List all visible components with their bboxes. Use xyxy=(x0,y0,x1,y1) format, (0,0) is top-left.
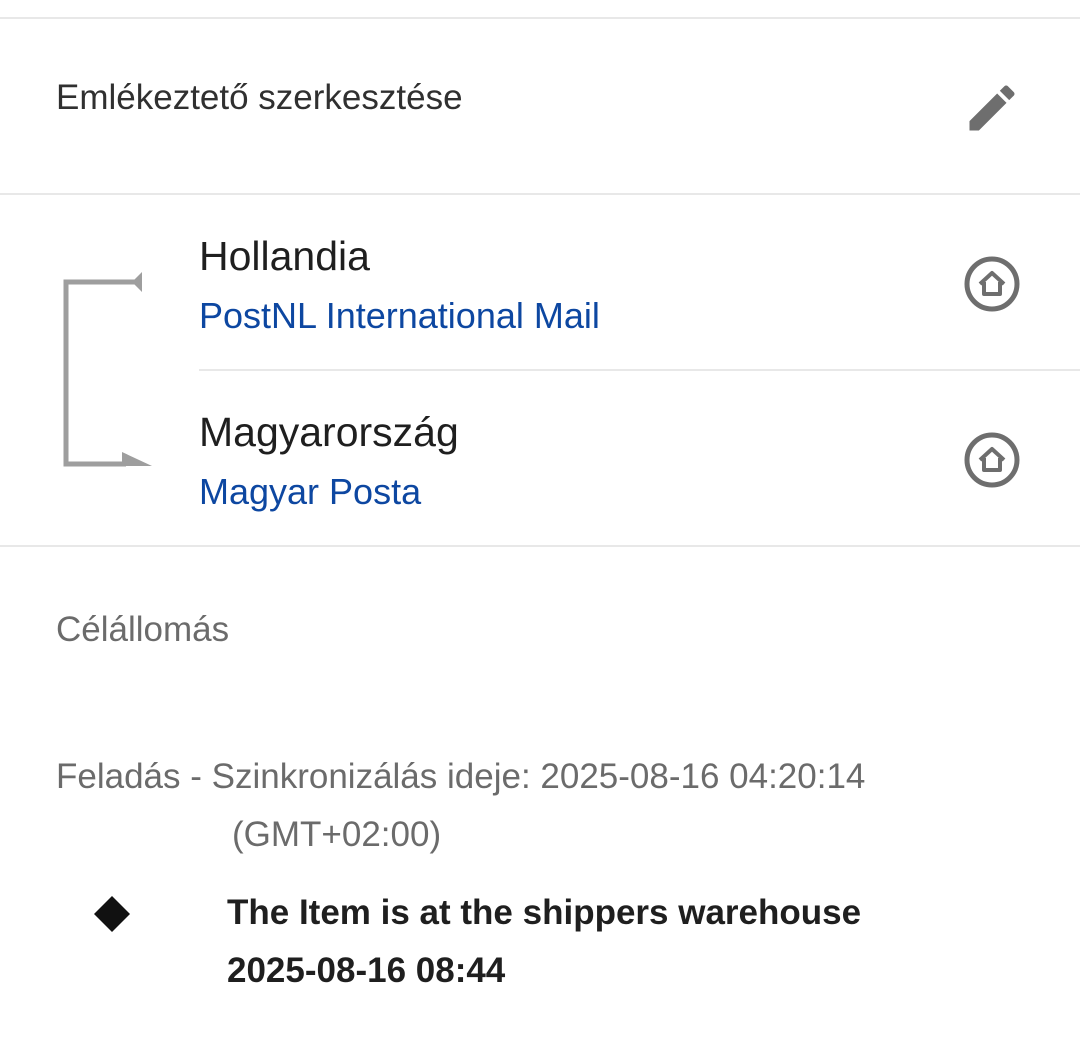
destination-carrier-link[interactable]: Magyar Posta xyxy=(199,470,421,514)
home-icon[interactable] xyxy=(962,254,1022,314)
origin-country: Hollandia xyxy=(199,233,370,279)
diamond-bullet-icon xyxy=(94,896,130,932)
edit-reminder-label: Emlékeztető szerkesztése xyxy=(56,78,463,117)
reminder-divider xyxy=(0,193,1080,195)
route-divider xyxy=(0,545,1080,547)
event-description: The Item is at the shippers warehouse xyxy=(227,893,862,932)
event-time: 2025-08-16 08:44 xyxy=(227,951,506,990)
sync-info-text: Feladás - Szinkronizálás ideje: 2025-08-… xyxy=(56,757,866,854)
edit-reminder-row[interactable]: Emlékeztető szerkesztése xyxy=(0,20,1080,193)
top-divider xyxy=(0,17,1080,19)
tracking-detail-page: Emlékeztető szerkesztése Hollandia PostN… xyxy=(0,0,1080,1044)
route-inner-divider xyxy=(199,369,1080,371)
origin-carrier-link[interactable]: PostNL International Mail xyxy=(199,294,600,338)
destination-country: Magyarország xyxy=(199,409,459,455)
pencil-icon[interactable] xyxy=(962,78,1022,138)
route-connector-icon xyxy=(63,272,152,467)
destination-section-label: Célállomás xyxy=(56,610,230,649)
home-icon[interactable] xyxy=(962,430,1022,490)
